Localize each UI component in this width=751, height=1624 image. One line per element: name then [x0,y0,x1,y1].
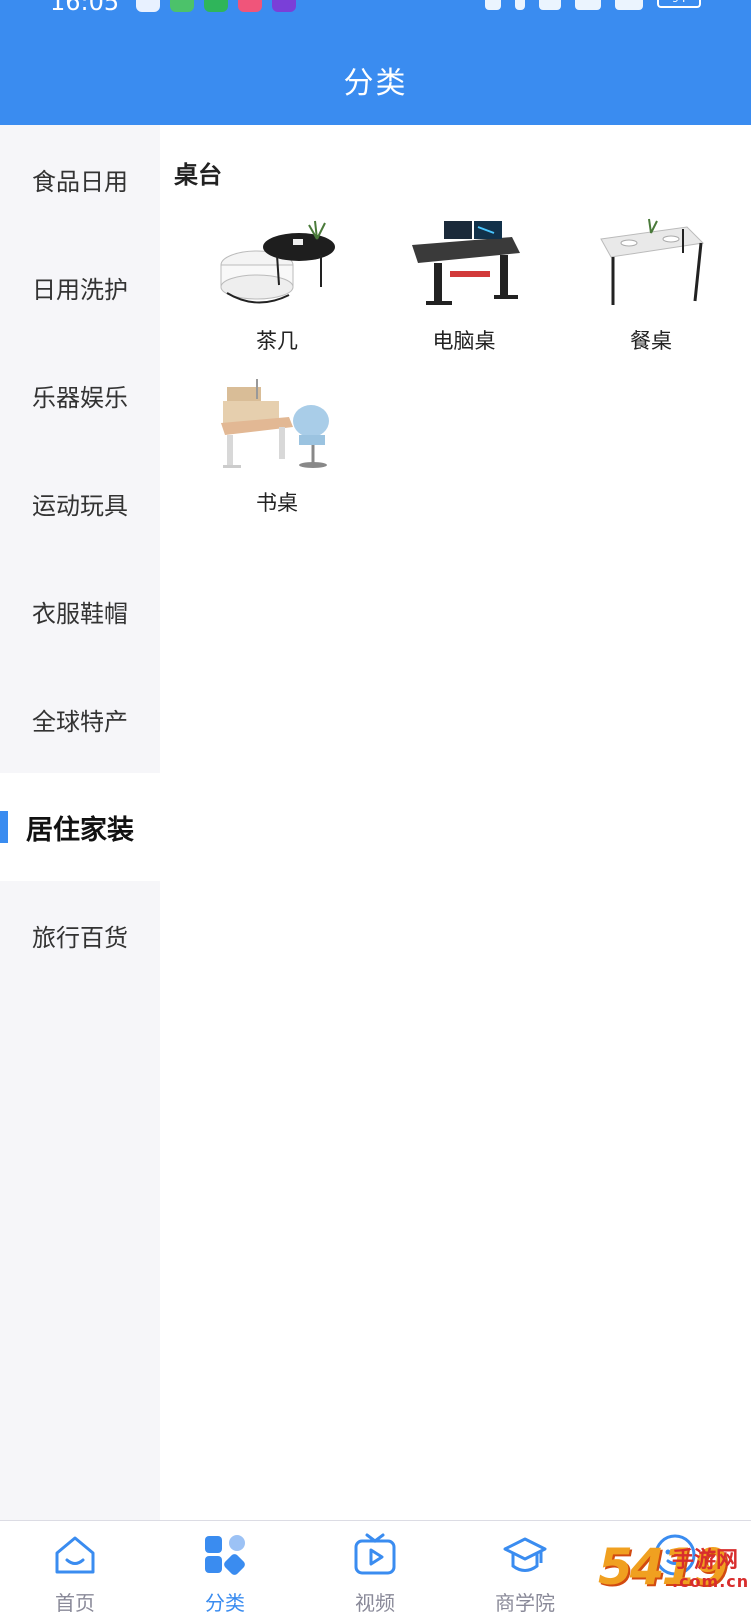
tab-category[interactable]: 分类 [150,1521,300,1624]
wifi-icon [575,0,601,10]
product-name: 餐桌 [630,329,672,353]
tab-home[interactable]: 首页 [0,1521,150,1624]
computer-desk-image [412,221,520,305]
sidebar-item-label: 居住家装 [26,814,134,846]
signal-icon [615,0,643,10]
app-notification-icon [238,0,262,12]
video-icon [354,1533,396,1575]
sidebar-item-label: 日用洗护 [32,275,128,304]
home-icon [55,1536,95,1574]
notification-icons [136,0,296,12]
app-notification-icon [272,0,296,12]
dining-table-image [600,218,705,305]
sidebar-item-label: 衣服鞋帽 [32,599,128,628]
sidebar-item-sports-toys[interactable]: 运动玩具 [0,449,160,557]
status-bar: 16:05 94 [0,0,751,20]
system-status-icons: 94 [485,0,701,10]
product-name: 书桌 [256,491,298,515]
watermark-domain: .com.cn [672,1572,750,1591]
product-item-computer-desk[interactable]: 电脑桌 [384,215,534,375]
status-time: 16:05 [50,0,120,16]
app-notification-icon [170,0,194,12]
sidebar-item-instruments[interactable]: 乐器娱乐 [0,341,160,449]
app-header: 16:05 94 分类 [0,0,751,125]
category-icon [205,1535,245,1575]
category-sidebar: 食品日用 日用洗护 乐器娱乐 运动玩具 衣服鞋帽 全球特产 居住家装 旅行百货 [0,125,160,1520]
sidebar-item-toiletries[interactable]: 日用洗护 [0,233,160,341]
section-title: 桌台 [174,161,222,189]
sidebar-item-label: 食品日用 [32,167,128,196]
product-item-dining-table[interactable]: 餐桌 [571,215,721,375]
tab-label: 商学院 [495,1591,555,1615]
sidebar-item-home-furnishing[interactable]: 居住家装 [0,773,160,881]
product-name: 电脑桌 [432,329,496,353]
sidebar-item-clothing[interactable]: 衣服鞋帽 [0,557,160,665]
sidebar-item-travel-goods[interactable]: 旅行百货 [0,881,160,989]
app-notification-icon [136,0,160,12]
hd-icon [539,0,561,10]
site-watermark: 5419 手游网 .com.cn [598,1538,748,1618]
phone-notification-icon [204,0,228,12]
battery-icon: 94 [657,0,701,8]
sidebar-item-label: 乐器娱乐 [32,383,128,412]
tab-video[interactable]: 视频 [300,1521,450,1624]
bluetooth-icon [515,0,525,10]
tab-academy[interactable]: 商学院 [450,1521,600,1624]
tab-label: 分类 [205,1591,245,1615]
watermark-brand: 手游网 [672,1548,739,1573]
product-name: 茶几 [256,329,298,353]
sidebar-item-label: 全球特产 [32,707,128,736]
product-item-study-desk[interactable]: 书桌 [197,377,347,537]
category-content: 桌台 茶几 电脑桌 餐桌 书桌 [160,125,751,1520]
sidebar-item-label: 旅行百货 [32,923,128,952]
coffee-table-image [220,220,335,304]
sidebar-item-global-specialties[interactable]: 全球特产 [0,665,160,773]
study-desk-image [221,379,329,468]
sidebar-item-label: 运动玩具 [32,491,128,520]
sidebar-item-food[interactable]: 食品日用 [0,125,160,233]
category-page: 16:05 94 分类 食品日用 日用洗护 [0,0,751,1624]
tab-label: 首页 [55,1591,95,1615]
product-item-coffee-table[interactable]: 茶几 [197,215,347,375]
tab-label: 视频 [355,1591,395,1615]
page-title: 分类 [343,66,408,101]
vibrate-icon [485,0,501,10]
academy-icon [503,1537,547,1572]
